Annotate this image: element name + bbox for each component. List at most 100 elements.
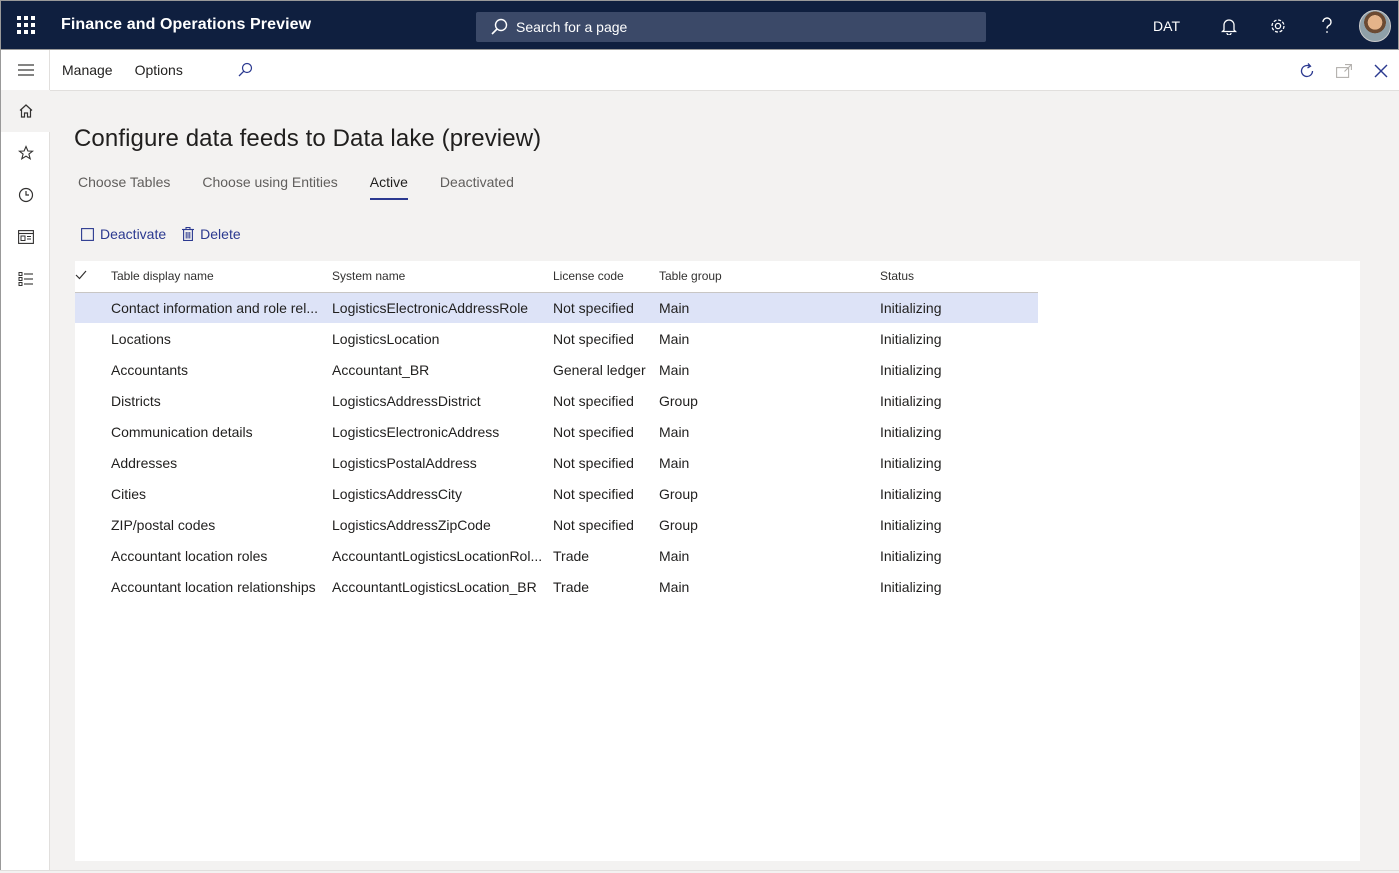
cell-license-code[interactable]: Trade: [553, 540, 659, 571]
row-selector[interactable]: [75, 416, 111, 447]
cell-license-code[interactable]: Not specified: [553, 292, 659, 323]
company-picker[interactable]: DAT: [1153, 18, 1180, 34]
select-all-checkbox[interactable]: [75, 261, 111, 293]
row-selector[interactable]: [75, 509, 111, 540]
cell-status[interactable]: Initializing: [880, 540, 1038, 571]
row-selector[interactable]: [75, 354, 111, 385]
cell-table-group[interactable]: Group: [659, 478, 880, 509]
options-tab[interactable]: Options: [135, 62, 183, 78]
row-selector[interactable]: [75, 447, 111, 478]
cell-status[interactable]: Initializing: [880, 385, 1038, 416]
nav-expand-button[interactable]: [1, 50, 50, 90]
cell-system-name[interactable]: LogisticsElectronicAddressRole: [332, 292, 553, 323]
cell-status[interactable]: Initializing: [880, 509, 1038, 540]
cell-table-group[interactable]: Main: [659, 323, 880, 354]
deactivate-button[interactable]: Deactivate: [81, 226, 166, 242]
cell-system-name[interactable]: LogisticsAddressDistrict: [332, 385, 553, 416]
cell-table-display-name[interactable]: Accountants: [111, 354, 332, 385]
column-header-license-code[interactable]: License code: [553, 261, 659, 293]
action-search-button[interactable]: [237, 62, 253, 78]
nav-favorites[interactable]: [1, 132, 50, 174]
cell-system-name[interactable]: LogisticsElectronicAddress: [332, 416, 553, 447]
row-selector[interactable]: [75, 478, 111, 509]
cell-system-name[interactable]: AccountantLogisticsLocation_BR: [332, 571, 553, 602]
column-header-status[interactable]: Status: [880, 261, 1038, 293]
table-row[interactable]: Locations LogisticsLocation Not specifie…: [75, 323, 1038, 354]
table-row[interactable]: Accountant location roles AccountantLogi…: [75, 540, 1038, 571]
cell-system-name[interactable]: LogisticsAddressZipCode: [332, 509, 553, 540]
cell-table-display-name[interactable]: Communication details: [111, 416, 332, 447]
cell-system-name[interactable]: Accountant_BR: [332, 354, 553, 385]
help-button[interactable]: [1302, 1, 1351, 51]
cell-table-group[interactable]: Group: [659, 385, 880, 416]
app-launcher-button[interactable]: [1, 0, 51, 50]
table-row[interactable]: Districts LogisticsAddressDistrict Not s…: [75, 385, 1038, 416]
cell-table-group[interactable]: Main: [659, 354, 880, 385]
tab-choose-tables[interactable]: Choose Tables: [78, 174, 170, 200]
cell-status[interactable]: Initializing: [880, 447, 1038, 478]
cell-table-display-name[interactable]: Locations: [111, 323, 332, 354]
table-row[interactable]: Accountant location relationships Accoun…: [75, 571, 1038, 602]
cell-license-code[interactable]: Not specified: [553, 323, 659, 354]
cell-table-group[interactable]: Main: [659, 540, 880, 571]
cell-table-group[interactable]: Main: [659, 447, 880, 478]
row-selector[interactable]: [75, 571, 111, 602]
cell-status[interactable]: Initializing: [880, 354, 1038, 385]
cell-license-code[interactable]: General ledger: [553, 354, 659, 385]
app-title[interactable]: Finance and Operations Preview: [61, 16, 311, 34]
table-row[interactable]: ZIP/postal codes LogisticsAddressZipCode…: [75, 509, 1038, 540]
cell-table-display-name[interactable]: Accountant location roles: [111, 540, 332, 571]
tab-active[interactable]: Active: [369, 174, 409, 200]
row-selector[interactable]: [75, 323, 111, 354]
close-button[interactable]: [1362, 50, 1399, 91]
cell-table-group[interactable]: Main: [659, 416, 880, 447]
cell-table-display-name[interactable]: Accountant location relationships: [111, 571, 332, 602]
column-header-table-display-name[interactable]: Table display name: [111, 261, 332, 293]
cell-license-code[interactable]: Not specified: [553, 385, 659, 416]
tab-choose-using-entities[interactable]: Choose using Entities: [202, 174, 337, 200]
settings-button[interactable]: [1253, 1, 1302, 51]
nav-recent[interactable]: [1, 174, 50, 216]
row-selector[interactable]: [75, 540, 111, 571]
cell-license-code[interactable]: Not specified: [553, 509, 659, 540]
table-row[interactable]: Communication details LogisticsElectroni…: [75, 416, 1038, 447]
cell-system-name[interactable]: LogisticsLocation: [332, 323, 553, 354]
cell-system-name[interactable]: AccountantLogisticsLocationRol...: [332, 540, 553, 571]
page-search-box[interactable]: Search for a page: [476, 12, 986, 42]
cell-table-group[interactable]: Main: [659, 571, 880, 602]
table-row[interactable]: Accountants Accountant_BR General ledger…: [75, 354, 1038, 385]
cell-license-code[interactable]: Not specified: [553, 447, 659, 478]
nav-workspaces[interactable]: [1, 216, 50, 258]
column-header-system-name[interactable]: System name: [332, 261, 553, 293]
cell-table-display-name[interactable]: ZIP/postal codes: [111, 509, 332, 540]
table-row[interactable]: Addresses LogisticsPostalAddress Not spe…: [75, 447, 1038, 478]
cell-table-display-name[interactable]: Districts: [111, 385, 332, 416]
cell-system-name[interactable]: LogisticsAddressCity: [332, 478, 553, 509]
table-row[interactable]: Cities LogisticsAddressCity Not specifie…: [75, 478, 1038, 509]
manage-tab[interactable]: Manage: [62, 62, 113, 78]
cell-table-display-name[interactable]: Cities: [111, 478, 332, 509]
cell-system-name[interactable]: LogisticsPostalAddress: [332, 447, 553, 478]
cell-status[interactable]: Initializing: [880, 478, 1038, 509]
column-header-table-group[interactable]: Table group: [659, 261, 880, 293]
nav-modules[interactable]: [1, 258, 50, 300]
cell-status[interactable]: Initializing: [880, 571, 1038, 602]
cell-status[interactable]: Initializing: [880, 416, 1038, 447]
row-selector[interactable]: [75, 385, 111, 416]
row-selector[interactable]: [75, 292, 111, 323]
nav-home[interactable]: [1, 90, 50, 132]
cell-table-display-name[interactable]: Addresses: [111, 447, 332, 478]
cell-table-group[interactable]: Main: [659, 292, 880, 323]
cell-table-group[interactable]: Group: [659, 509, 880, 540]
cell-status[interactable]: Initializing: [880, 292, 1038, 323]
notifications-button[interactable]: [1204, 1, 1253, 51]
user-avatar[interactable]: [1359, 10, 1391, 42]
refresh-button[interactable]: [1288, 50, 1325, 91]
cell-license-code[interactable]: Trade: [553, 571, 659, 602]
delete-button[interactable]: Delete: [182, 226, 241, 242]
cell-table-display-name[interactable]: Contact information and role rel...: [111, 292, 332, 323]
cell-license-code[interactable]: Not specified: [553, 416, 659, 447]
table-row[interactable]: Contact information and role rel... Logi…: [75, 292, 1038, 323]
cell-status[interactable]: Initializing: [880, 323, 1038, 354]
open-in-new-window-button[interactable]: [1325, 50, 1362, 91]
